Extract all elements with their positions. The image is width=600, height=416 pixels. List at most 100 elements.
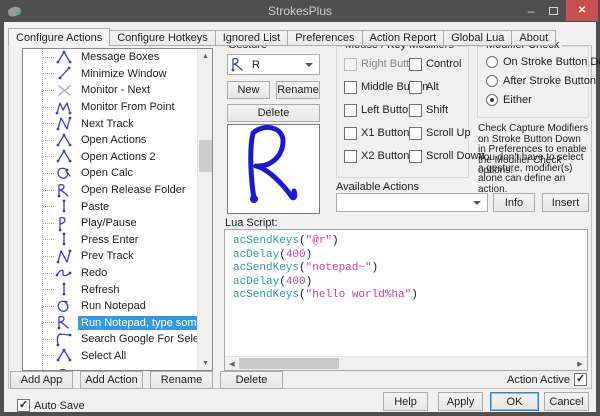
tree-item-select-all[interactable]: Select All bbox=[23, 348, 212, 365]
tree-item-open-calc[interactable]: Open Calc bbox=[23, 165, 212, 182]
modifier-alt[interactable]: Alt bbox=[409, 81, 466, 104]
tree-item-prev-track[interactable]: Prev Track bbox=[23, 248, 212, 265]
control-checkbox[interactable] bbox=[409, 58, 422, 71]
add-action-button[interactable]: Add Action bbox=[80, 371, 143, 389]
lua-scrollbar-thumb[interactable] bbox=[239, 358, 339, 369]
tree-item-message-boxes[interactable]: Message Boxes bbox=[23, 49, 212, 66]
radio-either[interactable]: Either bbox=[486, 94, 600, 113]
ok-button[interactable]: OK bbox=[490, 392, 539, 411]
modifier-x2-button[interactable]: X2 Button bbox=[344, 150, 409, 173]
tree-connector-line bbox=[43, 173, 54, 174]
scroll-left-arrow-icon[interactable]: ◀ bbox=[225, 357, 239, 370]
help-button[interactable]: Help bbox=[383, 392, 428, 411]
close-button[interactable]: ✕ bbox=[566, 0, 598, 21]
tree-item-run-notepad[interactable]: Run Notepad bbox=[23, 298, 212, 315]
tree-item-paste[interactable]: Paste bbox=[23, 198, 212, 215]
scroll-up-checkbox[interactable] bbox=[409, 127, 422, 140]
tree-item-monitor-next[interactable]: Monitor - Next bbox=[23, 82, 212, 99]
tree-item-label: Minimize Window bbox=[78, 67, 170, 81]
x1-button-checkbox[interactable] bbox=[344, 127, 357, 140]
tab-about[interactable]: About bbox=[511, 30, 556, 46]
tree-vertical-scrollbar[interactable]: ▲ ▼ bbox=[197, 49, 212, 370]
insert-button[interactable]: Insert bbox=[542, 193, 589, 212]
after-stroke-button-down-radio[interactable] bbox=[486, 75, 498, 87]
tree-scrollbar-thumb[interactable] bbox=[199, 140, 212, 172]
tab-global-lua[interactable]: Global Lua bbox=[443, 30, 512, 46]
lua-script-editor[interactable]: acSendKeys("@r")acDelay(400)acSendKeys("… bbox=[224, 229, 588, 371]
auto-save-checkbox[interactable]: ✓ bbox=[17, 399, 30, 412]
tab-action-report[interactable]: Action Report bbox=[362, 30, 445, 46]
add-app-button[interactable]: Add App bbox=[10, 371, 73, 389]
tree-item-open-release-folder[interactable]: Open Release Folder bbox=[23, 182, 212, 199]
shift-checkbox[interactable] bbox=[409, 104, 422, 117]
tree-item-open-actions[interactable]: Open Actions bbox=[23, 132, 212, 149]
modifier-scroll-down[interactable]: Scroll Down bbox=[409, 150, 485, 173]
cancel-button[interactable]: Cancel bbox=[544, 392, 589, 411]
tree-item-open-actions-2[interactable]: Open Actions 2 bbox=[23, 149, 212, 166]
scroll-down-checkbox[interactable] bbox=[409, 150, 422, 163]
tree-item-search-google-for-selected-text[interactable]: Search Google For Selected Text bbox=[23, 331, 212, 348]
either-radio[interactable] bbox=[486, 94, 498, 106]
tree-item-label: Run Notepad bbox=[78, 299, 149, 313]
tree-connector-line bbox=[43, 306, 54, 307]
modifier-x1-button[interactable]: X1 Button bbox=[344, 127, 409, 150]
available-actions-select[interactable] bbox=[336, 193, 488, 212]
tree-connector-line bbox=[43, 355, 54, 356]
minimize-button[interactable]: – bbox=[521, 0, 541, 21]
modifier-check-options: On Stroke Button DownAfter Stroke Button… bbox=[486, 56, 600, 113]
lua-script-code[interactable]: acSendKeys("@r")acDelay(400)acSendKeys("… bbox=[233, 235, 418, 303]
rename-gesture-button[interactable]: Rename bbox=[276, 81, 320, 99]
lua-horizontal-scrollbar[interactable]: ◀ ▶ bbox=[225, 356, 587, 370]
scroll-up-arrow-icon[interactable]: ▲ bbox=[198, 49, 213, 63]
delete-action-button[interactable]: Delete bbox=[220, 371, 283, 389]
tab-configure-hotkeys[interactable]: Configure Hotkeys bbox=[109, 30, 216, 46]
action-active-checkbox[interactable]: ✓ bbox=[574, 373, 587, 386]
tree-item-label: Open Actions bbox=[78, 133, 149, 147]
gesture-select[interactable]: R bbox=[227, 54, 320, 75]
modifier-control[interactable]: Control bbox=[409, 58, 466, 81]
x2-button-checkbox[interactable] bbox=[344, 150, 357, 163]
gesture-corner-icon bbox=[54, 331, 74, 348]
chevron-down-icon bbox=[473, 201, 481, 205]
modifier-left-button[interactable]: Left Button bbox=[344, 104, 409, 127]
tree-item-label: Message Boxes bbox=[78, 50, 162, 64]
gesture-pipe-icon bbox=[54, 231, 74, 248]
tree-item-refresh[interactable]: Refresh bbox=[23, 281, 212, 298]
scroll-right-arrow-icon[interactable]: ▶ bbox=[573, 357, 587, 370]
left-button-checkbox[interactable] bbox=[344, 104, 357, 117]
modifier-row: Left ButtonShift bbox=[344, 104, 466, 127]
new-gesture-button[interactable]: New bbox=[227, 81, 270, 99]
tab-preferences[interactable]: Preferences bbox=[287, 30, 362, 46]
tree-connector-line bbox=[43, 223, 54, 224]
tree-item-monitor-from-point[interactable]: Monitor From Point bbox=[23, 99, 212, 116]
tree-item-partial[interactable] bbox=[23, 364, 212, 371]
alt-checkbox[interactable] bbox=[409, 81, 422, 94]
modifier-scroll-up[interactable]: Scroll Up bbox=[409, 127, 471, 150]
tree-item-next-track[interactable]: Next Track bbox=[23, 115, 212, 132]
checkbox-label: Left Button bbox=[361, 104, 414, 116]
actions-tree[interactable]: Message Boxes Minimize WindowMonitor - Ne… bbox=[22, 48, 213, 371]
tree-item-redo[interactable]: Redo bbox=[23, 265, 212, 282]
tree-item-label: Next Track bbox=[78, 117, 137, 131]
tree-item-press-enter[interactable]: Press Enter bbox=[23, 232, 212, 249]
tree-item-run-notepad-type-some-stuff[interactable]: Run Notepad, type some stuff bbox=[23, 315, 212, 332]
radio-on-stroke-button-down[interactable]: On Stroke Button Down bbox=[486, 56, 600, 75]
rename-action-button[interactable]: Rename bbox=[150, 371, 213, 389]
radio-after-stroke-button-down[interactable]: After Stroke Button Down bbox=[486, 75, 600, 94]
apply-button[interactable]: Apply bbox=[438, 392, 483, 411]
delete-gesture-button[interactable]: Delete bbox=[227, 104, 320, 122]
tree-item-minimize-window[interactable]: Minimize Window bbox=[23, 66, 212, 83]
tree-item-play-pause[interactable]: Play/Pause bbox=[23, 215, 212, 232]
tree-connector-line bbox=[43, 206, 54, 207]
tab-ignored-list[interactable]: Ignored List bbox=[215, 30, 288, 46]
modifier-shift[interactable]: Shift bbox=[409, 104, 466, 127]
scroll-down-arrow-icon[interactable]: ▼ bbox=[198, 356, 213, 370]
modifier-middle-button[interactable]: Middle Button bbox=[344, 81, 409, 104]
middle-button-checkbox[interactable] bbox=[344, 81, 357, 94]
on-stroke-button-down-radio[interactable] bbox=[486, 56, 498, 68]
gesture-r-icon bbox=[54, 182, 74, 199]
gesture-preview-canvas bbox=[227, 124, 320, 214]
tab-configure-actions[interactable]: Configure Actions bbox=[8, 28, 110, 47]
info-button[interactable]: Info bbox=[493, 193, 535, 212]
maximize-button[interactable] bbox=[543, 0, 563, 21]
